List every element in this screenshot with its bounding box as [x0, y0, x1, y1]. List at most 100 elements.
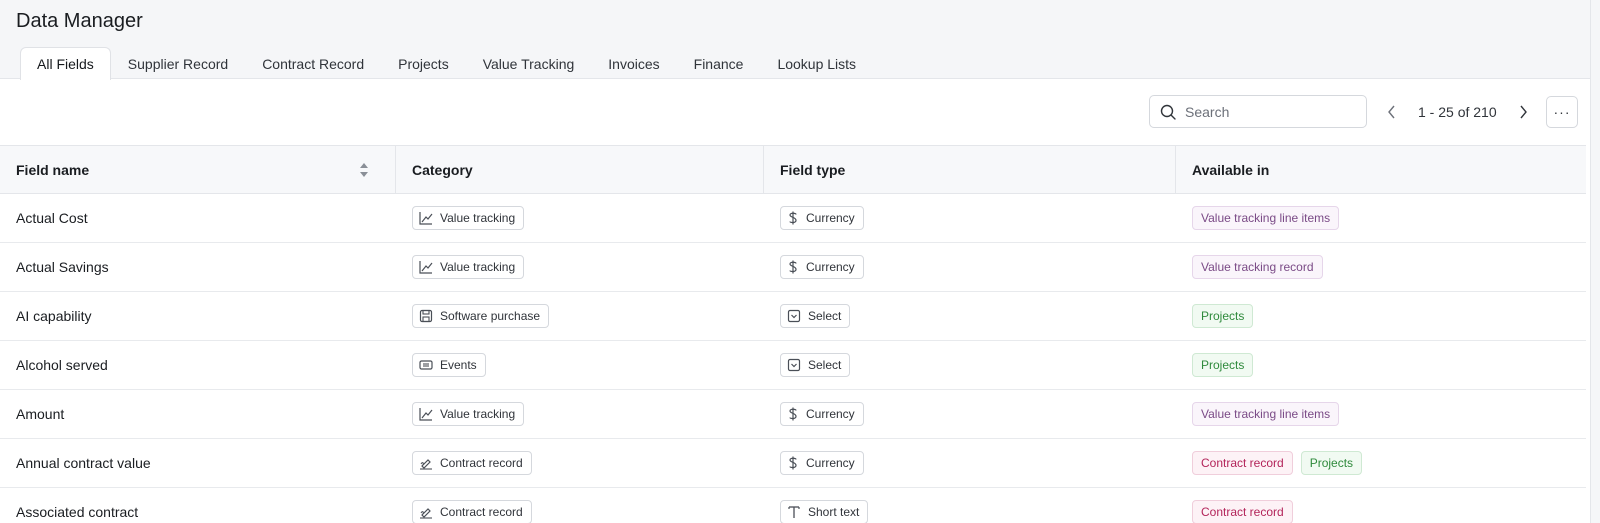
field-name: Annual contract value: [16, 455, 151, 471]
column-header-category: Category: [396, 146, 764, 193]
search-icon: [1160, 104, 1176, 120]
available-in-tag: Value tracking record: [1192, 255, 1323, 279]
chart-icon: [419, 211, 440, 225]
field-type-chip: Short text: [780, 500, 869, 523]
field-type-cell: Select: [764, 341, 1176, 389]
toolbar: 1 - 25 of 210 ···: [0, 80, 1590, 145]
field-name-cell: Amount: [0, 390, 396, 438]
available-in-cell: Value tracking line items: [1176, 390, 1586, 438]
field-name-cell: Annual contract value: [0, 439, 396, 487]
category-cell: Value tracking: [396, 194, 764, 242]
table-header: Field name Category Field type Available…: [0, 145, 1586, 194]
dollar-icon: [787, 456, 806, 470]
more-options-button[interactable]: ···: [1546, 96, 1578, 128]
field-type-label: Currency: [806, 260, 855, 274]
field-type-label: Select: [808, 358, 842, 372]
field-type-cell: Select: [764, 292, 1176, 340]
tab-contract-record[interactable]: Contract Record: [245, 47, 381, 79]
field-type-chip: Select: [780, 353, 851, 377]
category-cell: Contract record: [396, 439, 764, 487]
column-header-field-name[interactable]: Field name: [0, 146, 396, 193]
tab-projects[interactable]: Projects: [381, 47, 466, 79]
field-name-cell: Actual Savings: [0, 243, 396, 291]
signature-icon: [419, 505, 440, 519]
tab-supplier-record[interactable]: Supplier Record: [111, 47, 245, 79]
chevron-left-icon: [1388, 105, 1395, 118]
field-name: Alcohol served: [16, 357, 108, 373]
category-chip: Value tracking: [412, 402, 525, 426]
category-chip: Software purchase: [412, 304, 550, 328]
sort-icon[interactable]: [359, 162, 369, 178]
table-row[interactable]: Associated contract Contract record Short …: [0, 488, 1586, 523]
available-in-cell: Value tracking line items: [1176, 194, 1586, 242]
available-in-tag: Projects: [1300, 451, 1363, 475]
tab-value-tracking[interactable]: Value Tracking: [466, 47, 592, 79]
available-in-cell: Contract record: [1176, 488, 1586, 523]
search-box[interactable]: [1149, 95, 1367, 128]
field-type-cell: Currency: [764, 194, 1176, 242]
tab-bar: All Fields Supplier Record Contract Record…: [20, 47, 873, 80]
select-icon: [787, 309, 808, 323]
category-cell: Value tracking: [396, 390, 764, 438]
field-type-chip: Currency: [780, 451, 864, 475]
ticket-icon: [419, 358, 440, 372]
category-chip: Contract record: [412, 451, 532, 475]
category-label: Software purchase: [440, 309, 541, 323]
chart-icon: [419, 407, 440, 421]
field-name: Amount: [16, 406, 65, 422]
tab-invoices[interactable]: Invoices: [591, 47, 676, 79]
table-row[interactable]: Alcohol served Events Select Projects: [0, 341, 1586, 390]
table-row[interactable]: Amount Value tracking Currency Value tracki…: [0, 390, 1586, 439]
pagination-text: 1 - 25 of 210: [1418, 103, 1497, 120]
field-type-chip: Currency: [780, 206, 864, 230]
table-row[interactable]: Actual Savings Value tracking Currency Valu…: [0, 243, 1586, 292]
top-bar: Data Manager All Fields Supplier Record Co…: [0, 0, 1590, 80]
category-label: Contract record: [440, 505, 523, 519]
pagination: 1 - 25 of 210: [1380, 95, 1535, 128]
tab-all-fields[interactable]: All Fields: [20, 47, 111, 80]
right-edge: [1590, 0, 1600, 523]
category-chip: Contract record: [412, 500, 532, 523]
column-header-field-type: Field type: [764, 146, 1176, 193]
field-type-label: Currency: [806, 456, 855, 470]
field-type-chip: Currency: [780, 402, 864, 426]
category-chip: Value tracking: [412, 255, 525, 279]
field-name-cell: Alcohol served: [0, 341, 396, 389]
prev-page-button[interactable]: [1380, 100, 1404, 124]
available-in-tag: Value tracking line items: [1192, 402, 1340, 426]
field-name-cell: Actual Cost: [0, 194, 396, 242]
text-icon: [787, 505, 808, 519]
category-label: Value tracking: [440, 260, 516, 274]
available-in-tag: Projects: [1192, 353, 1254, 377]
available-in-cell: Contract record Projects: [1176, 439, 1586, 487]
available-in-cell: Value tracking record: [1176, 243, 1586, 291]
search-input[interactable]: [1185, 103, 1355, 120]
chevron-right-icon: [1520, 105, 1527, 118]
field-type-label: Short text: [808, 505, 860, 519]
tab-lookup-lists[interactable]: Lookup Lists: [760, 47, 873, 79]
field-name: Associated contract: [16, 504, 139, 520]
category-cell: Events: [396, 341, 764, 389]
select-icon: [787, 358, 808, 372]
field-type-label: Select: [808, 309, 842, 323]
table-row[interactable]: Actual Cost Value tracking Currency Value t…: [0, 194, 1586, 243]
field-name: Actual Cost: [16, 210, 88, 226]
field-name-cell: Associated contract: [0, 488, 396, 523]
field-name-cell: AI capability: [0, 292, 396, 340]
available-in-tag: Value tracking line items: [1192, 206, 1340, 230]
category-chip: Value tracking: [412, 206, 525, 230]
next-page-button[interactable]: [1511, 100, 1535, 124]
fields-table: Field name Category Field type Available…: [0, 145, 1586, 523]
field-type-label: Currency: [806, 211, 855, 225]
field-name: Actual Savings: [16, 259, 109, 275]
field-type-chip: Select: [780, 304, 851, 328]
category-chip: Events: [412, 353, 486, 377]
field-type-cell: Currency: [764, 439, 1176, 487]
category-cell: Contract record: [396, 488, 764, 523]
field-type-label: Currency: [806, 407, 855, 421]
tab-finance[interactable]: Finance: [677, 47, 761, 79]
category-label: Events: [440, 358, 477, 372]
dollar-icon: [787, 407, 806, 421]
table-row[interactable]: Annual contract value Contract record Curr…: [0, 439, 1586, 488]
table-row[interactable]: AI capability Software purchase Select Proj…: [0, 292, 1586, 341]
